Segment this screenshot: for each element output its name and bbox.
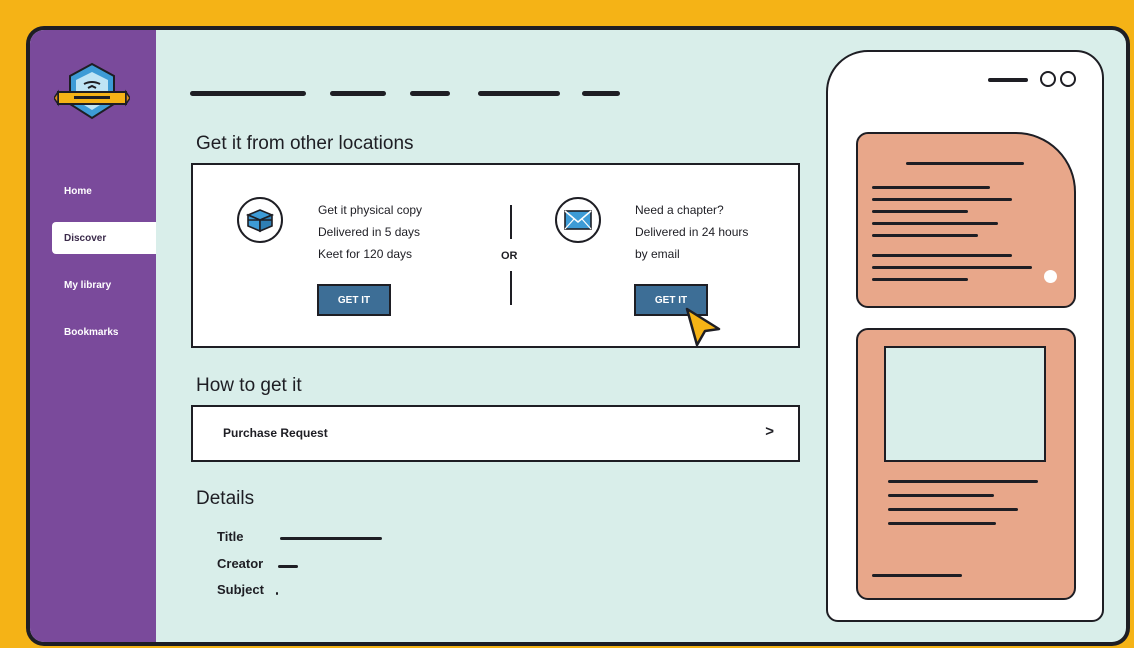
phone-dot-2 [1060,71,1076,87]
detail-title-value [280,537,382,540]
nav-placeholder-3[interactable] [410,91,450,96]
purchase-request-label: Purchase Request [223,426,328,440]
phone-menu-bar [988,78,1028,82]
phone-card-media [856,328,1076,600]
detail-creator-value [278,565,298,568]
app-screen: Home Discover My library Bookmarks Get i… [30,30,1126,642]
cursor-arrow-icon [683,305,723,351]
locations-title: Get it from other locations [196,133,414,154]
physical-line-2: Delivered in 5 days [318,225,421,239]
chapter-line-3: by email [635,247,680,261]
phone-image-placeholder [884,346,1046,462]
sidebar-item-my-library[interactable]: My library [52,269,156,301]
physical-line-3: Keet for 120 days [318,247,413,261]
nav-placeholder-5[interactable] [582,91,620,96]
phone-card-article [856,132,1076,308]
details-title: Details [196,488,255,509]
physical-line-1: Get it physical copy [318,203,423,217]
divider-bottom [510,271,512,305]
nav-placeholder-2[interactable] [330,91,386,96]
chapter-line-1: Need a chapter? [635,203,724,217]
sidebar-item-home[interactable]: Home [52,175,156,207]
detail-subject-value [276,592,278,595]
get-physical-copy-button[interactable]: GET IT [317,284,391,316]
nav-placeholder-1[interactable] [190,91,306,96]
chevron-right-icon: > [765,423,774,440]
phone-indicator-dot [1044,270,1057,283]
how-title: How to get it [196,375,302,396]
divider-top [510,205,512,239]
detail-subject-label: Subject [217,582,264,597]
sidebar-item-discover[interactable]: Discover [52,222,156,254]
detail-title-label: Title [217,529,244,544]
envelope-icon [555,197,601,243]
package-box-icon [237,197,283,243]
library-logo-icon [53,62,131,126]
detail-creator-label: Creator [217,556,264,571]
locations-card: Get it physical copy Delivered in 5 days… [191,163,800,348]
phone-dot-1 [1040,71,1056,87]
or-label: OR [501,250,518,262]
sidebar-item-bookmarks[interactable]: Bookmarks [52,316,156,348]
purchase-request-row[interactable]: Purchase Request > [191,405,800,462]
chapter-line-2: Delivered in 24 hours [635,225,749,239]
nav-placeholder-4[interactable] [478,91,560,96]
sidebar: Home Discover My library Bookmarks [30,30,156,642]
mobile-preview [826,50,1104,622]
